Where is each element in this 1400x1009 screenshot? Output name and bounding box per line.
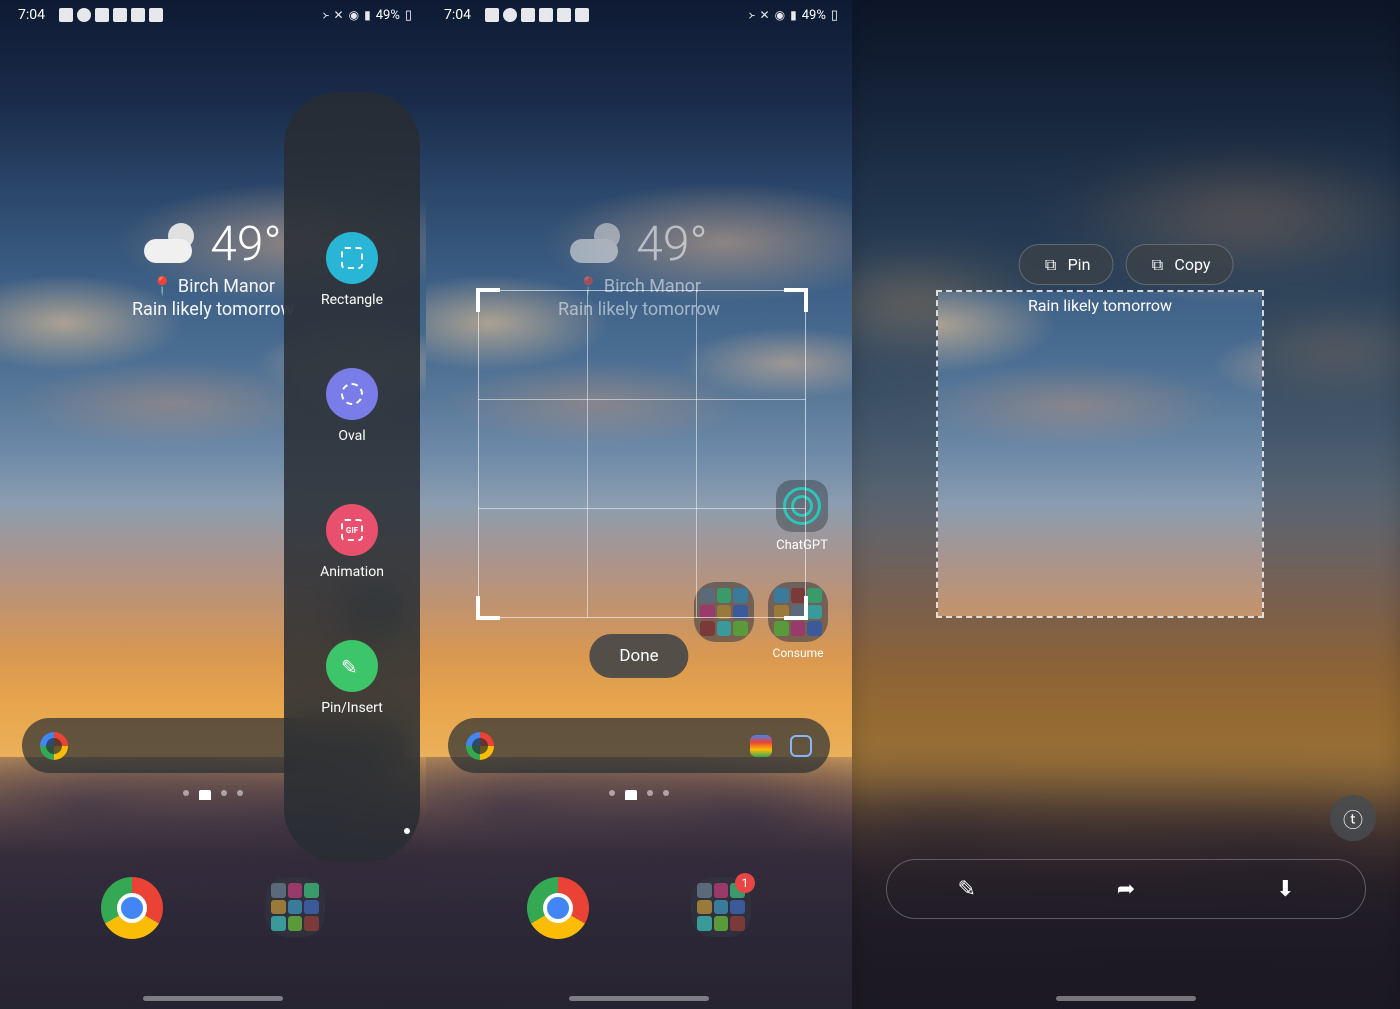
extract-text-icon: ⓣ <box>1343 804 1363 833</box>
google-logo-icon <box>466 732 494 760</box>
save-button[interactable]: ⬇ <box>1271 875 1299 903</box>
page-indicator[interactable] <box>609 790 669 800</box>
vibrate-icon: ✕ <box>334 8 344 22</box>
translate-icon <box>113 8 127 22</box>
animation-label: Animation <box>320 564 384 580</box>
captured-selection[interactable]: Rain likely tomorrow Chat <box>936 290 1264 618</box>
signal-icon: ▮ <box>364 8 371 22</box>
weather-cloud-moon-icon <box>570 223 626 265</box>
dock <box>0 877 426 939</box>
share-icon: ➦ <box>1117 877 1135 902</box>
download-icon <box>131 8 145 22</box>
dock: 1 <box>426 877 852 939</box>
dock-folder[interactable]: 1 <box>691 877 751 937</box>
translate-icon <box>539 8 553 22</box>
download-icon: ⬇ <box>1276 877 1294 902</box>
mic-icon[interactable] <box>750 735 772 757</box>
panel-crop-select: 7:04 ᚛ ✕ ◉ ▮ 49% ▯ 49° 📍 Birch Manor Rai… <box>426 0 852 1009</box>
battery-text: 49% <box>376 8 400 23</box>
download-icon <box>557 8 571 22</box>
select-animation-button[interactable]: Animation <box>284 504 420 580</box>
captured-forecast-text: Rain likely tomorrow <box>1028 296 1172 315</box>
status-bar: 7:04 ᚛ ✕ ◉ ▮ 49% ▯ <box>0 0 426 30</box>
rectangle-label: Rectangle <box>321 292 383 308</box>
home-icon <box>95 8 109 22</box>
copy-icon: ⧉ <box>1148 256 1166 274</box>
rectangle-icon <box>341 247 363 269</box>
google-search-bar[interactable] <box>448 718 830 773</box>
messenger-icon <box>503 8 517 22</box>
status-notification-icons <box>59 8 163 22</box>
captured-content <box>936 290 1264 618</box>
gesture-nav-pill[interactable] <box>569 996 709 1001</box>
crop-handle-bottom-right[interactable] <box>784 596 808 620</box>
messenger-icon <box>77 8 91 22</box>
bluetooth-icon: ᚛ <box>322 8 328 22</box>
edge-panel-indicator <box>404 828 410 834</box>
panel-pin-result: ⧉ Pin ⧉ Copy Rain likely tomorrow Chat <box>852 0 1400 1009</box>
crop-selection-box[interactable] <box>478 290 806 618</box>
select-pin-insert-button[interactable]: Pin/Insert <box>284 640 420 716</box>
bluetooth-icon: ᚛ <box>748 8 754 22</box>
share-button[interactable]: ➦ <box>1112 875 1140 903</box>
alarm-icon <box>149 8 163 22</box>
oval-label: Oval <box>338 428 365 444</box>
panel-edge-select: 7:04 ᚛ ✕ ◉ ▮ 49% ▯ 49° 📍 Birch Manor Rai… <box>0 0 426 1009</box>
status-time: 7:04 <box>18 7 45 23</box>
edge-smart-select-panel: Rectangle Oval Animation Pin/Insert <box>284 92 420 862</box>
gesture-nav-pill[interactable] <box>1056 996 1196 1001</box>
home-icon <box>521 8 535 22</box>
copy-button[interactable]: ⧉ Copy <box>1125 244 1233 285</box>
google-logo-icon <box>40 732 68 760</box>
chrome-app-icon[interactable] <box>527 877 589 939</box>
gesture-nav-pill[interactable] <box>143 996 283 1001</box>
battery-icon: ▯ <box>405 8 412 23</box>
gif-icon <box>341 519 363 541</box>
oval-icon <box>341 383 363 405</box>
wifi-icon: ◉ <box>349 8 359 22</box>
folder-consume-label: Consume <box>773 646 824 660</box>
pin-button[interactable]: ⧉ Pin <box>1019 244 1114 285</box>
done-button[interactable]: Done <box>589 634 688 678</box>
battery-text: 49% <box>802 8 826 23</box>
crop-handle-top-right[interactable] <box>784 288 808 312</box>
pin-insert-label: Pin/Insert <box>321 700 383 716</box>
dock-folder[interactable] <box>265 877 325 937</box>
pin-icon <box>341 655 363 677</box>
battery-icon: ▯ <box>831 8 838 23</box>
vibrate-icon: ✕ <box>760 8 770 22</box>
status-bar: 7:04 ᚛ ✕ ◉ ▮ 49% ▯ <box>426 0 852 30</box>
crop-handle-bottom-left[interactable] <box>476 596 500 620</box>
select-oval-button[interactable]: Oval <box>284 368 420 444</box>
gallery-icon <box>59 8 73 22</box>
pin-crop-icon: ⧉ <box>1042 256 1060 274</box>
chrome-app-icon[interactable] <box>101 877 163 939</box>
wifi-icon: ◉ <box>775 8 785 22</box>
bottom-action-bar: ✎ ➦ ⬇ <box>886 859 1366 919</box>
weather-cloud-moon-icon <box>144 223 200 265</box>
edit-icon: ✎ <box>957 877 975 902</box>
edit-button[interactable]: ✎ <box>953 875 981 903</box>
alarm-icon <box>575 8 589 22</box>
notification-badge: 1 <box>735 873 755 893</box>
weather-temperature: 49° <box>210 215 281 272</box>
page-indicator[interactable] <box>183 790 243 800</box>
lens-icon[interactable] <box>790 735 812 757</box>
weather-temperature: 49° <box>636 215 707 272</box>
signal-icon: ▮ <box>790 8 797 22</box>
select-rectangle-button[interactable]: Rectangle <box>284 232 420 308</box>
gallery-icon <box>485 8 499 22</box>
pin-copy-actions: ⧉ Pin ⧉ Copy <box>1019 244 1234 285</box>
extract-text-button[interactable]: ⓣ <box>1330 795 1376 841</box>
crop-handle-top-left[interactable] <box>476 288 500 312</box>
status-time: 7:04 <box>444 7 471 23</box>
status-notification-icons <box>485 8 589 22</box>
